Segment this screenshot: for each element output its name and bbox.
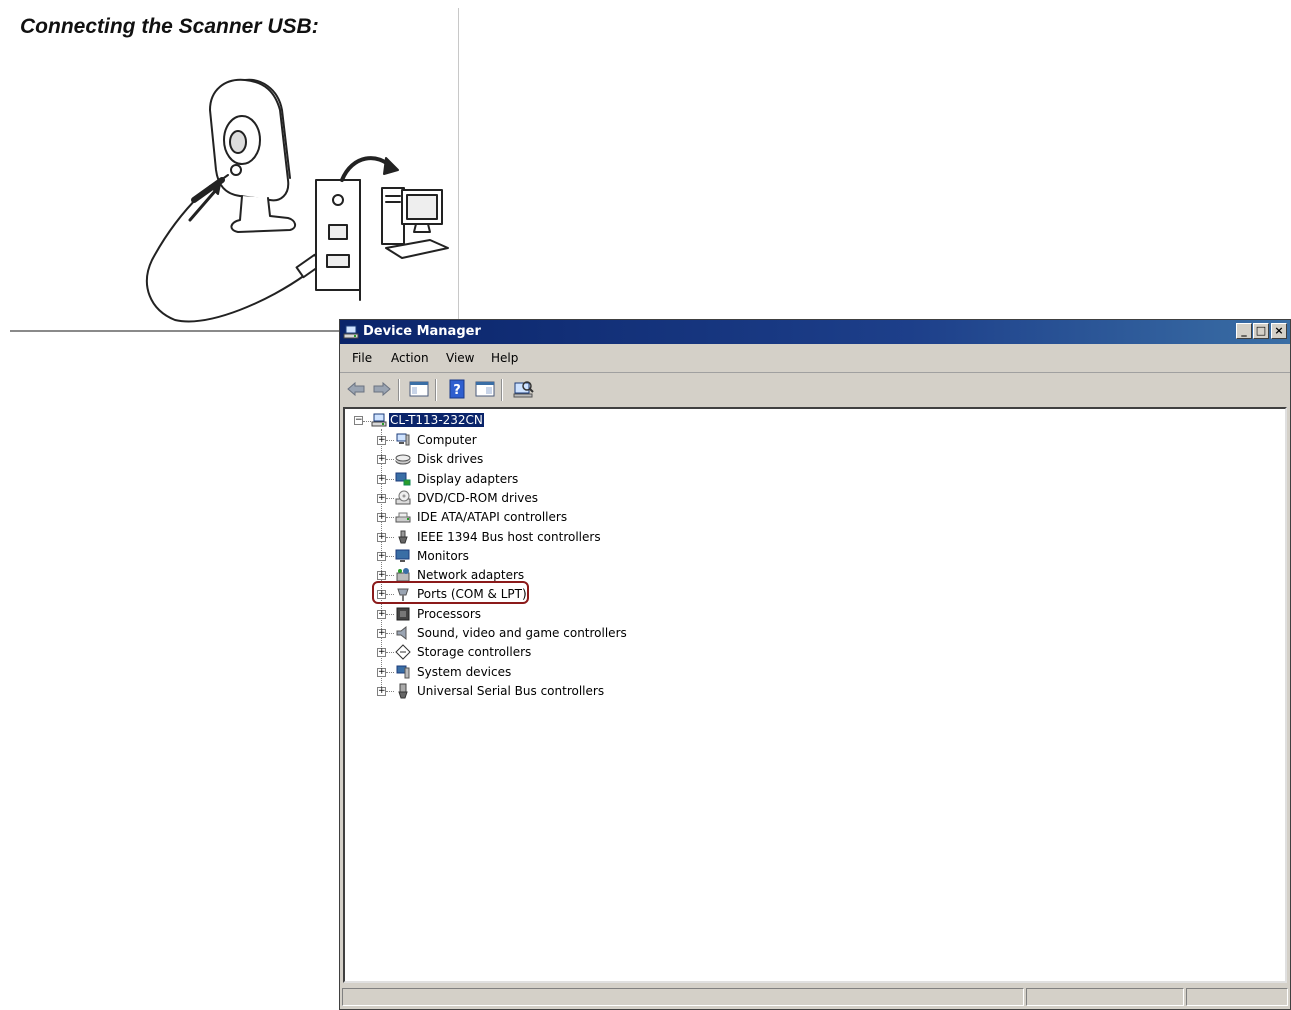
tree-item[interactable]: Disk drives: [417, 452, 483, 467]
tree-item[interactable]: IDE ATA/ATAPI controllers: [417, 510, 567, 525]
expand-toggle[interactable]: +: [377, 494, 386, 503]
system-devices-icon: [396, 665, 410, 679]
manual-excerpt: Connecting the Scanner USB:: [10, 8, 460, 332]
maximize-button[interactable]: □: [1253, 323, 1269, 339]
tree-item[interactable]: Processors: [417, 607, 481, 622]
manual-title: Connecting the Scanner USB:: [20, 15, 319, 38]
toolbar-separator: [435, 379, 437, 401]
tree-item[interactable]: Monitors: [417, 549, 469, 564]
expand-toggle[interactable]: +: [377, 571, 386, 580]
tree-root[interactable]: CL-T113-232CN: [389, 413, 484, 428]
forward-arrow-icon[interactable]: [371, 379, 393, 399]
scanner-connection-illustration: [145, 78, 449, 323]
status-panel: [1186, 988, 1288, 1006]
manual-divider-vertical: [458, 8, 459, 330]
tree-item[interactable]: System devices: [417, 665, 511, 680]
toolbar-separator: [501, 379, 503, 401]
window-title: Device Manager: [363, 324, 481, 339]
tree-line: [386, 556, 394, 558]
expand-toggle[interactable]: +: [377, 475, 386, 484]
expand-toggle[interactable]: +: [377, 513, 386, 522]
menu-view[interactable]: View: [446, 351, 474, 365]
show-hide-console-tree-icon[interactable]: [408, 379, 430, 399]
close-button[interactable]: ×: [1271, 323, 1287, 339]
tree-item[interactable]: Storage controllers: [417, 645, 531, 660]
storage-controller-icon: [395, 644, 411, 660]
tree-item[interactable]: Sound, video and game controllers: [417, 626, 627, 641]
status-panel: [1026, 988, 1184, 1006]
expand-toggle[interactable]: +: [377, 455, 386, 464]
status-panel: [342, 988, 1024, 1006]
tree-item[interactable]: Computer: [417, 433, 477, 448]
expand-toggle[interactable]: +: [377, 610, 386, 619]
status-bar: [340, 985, 1290, 1009]
menu-file[interactable]: File: [352, 351, 372, 365]
tree-line: [386, 517, 394, 519]
tree-line: [386, 479, 394, 481]
back-arrow-icon[interactable]: [345, 379, 367, 399]
expand-toggle[interactable]: +: [377, 687, 386, 696]
expand-toggle[interactable]: +: [377, 533, 386, 542]
svg-text:?: ?: [453, 383, 461, 398]
tree-item[interactable]: DVD/CD-ROM drives: [417, 491, 538, 506]
device-tree-pane[interactable]: − CL-T113-232CN + Computer + Disk drives + Di…: [343, 407, 1287, 983]
expand-toggle[interactable]: +: [377, 668, 386, 677]
computer-icon: [396, 433, 410, 446]
device-manager-icon: [343, 325, 359, 339]
scan-hardware-icon[interactable]: [512, 379, 534, 399]
disk-drive-icon: [395, 454, 411, 465]
minimize-button[interactable]: _: [1236, 323, 1252, 339]
tree-line: [386, 633, 394, 635]
expand-toggle[interactable]: +: [377, 552, 386, 561]
tree-line: [386, 440, 394, 442]
toolbar-separator: [398, 379, 400, 401]
tree-line: [386, 459, 394, 461]
menu-bar: File Action View Help: [340, 344, 1290, 373]
dvd-drive-icon: [395, 490, 411, 505]
monitor-icon: [395, 549, 410, 562]
tree-line: [386, 652, 394, 654]
tree-item[interactable]: Universal Serial Bus controllers: [417, 684, 604, 699]
tree-item[interactable]: IEEE 1394 Bus host controllers: [417, 530, 601, 545]
tree-root-label: CL-T113-232CN: [389, 413, 484, 427]
computer-root-icon: [371, 413, 387, 427]
sound-icon: [396, 625, 407, 641]
display-adapter-icon: [395, 472, 411, 486]
tree-line: [386, 537, 394, 539]
help-icon[interactable]: ?: [446, 379, 468, 399]
expand-toggle[interactable]: +: [377, 629, 386, 638]
collapse-toggle[interactable]: −: [354, 416, 363, 425]
expand-toggle[interactable]: +: [377, 436, 386, 445]
expand-toggle[interactable]: +: [377, 648, 386, 657]
menu-help[interactable]: Help: [491, 351, 518, 365]
title-bar[interactable]: Device Manager _ □ ×: [340, 320, 1290, 344]
tree-line: [386, 575, 394, 577]
menu-action[interactable]: Action: [391, 351, 429, 365]
usb-icon: [398, 683, 408, 699]
tree-line: [363, 421, 371, 423]
ieee1394-icon: [398, 530, 408, 544]
tree-line: [386, 691, 394, 693]
tree-line: [386, 614, 394, 616]
properties-icon[interactable]: [474, 379, 496, 399]
toolbar: ?: [340, 373, 1290, 406]
ports-highlight-annotation: [372, 581, 529, 604]
device-manager-window: Device Manager _ □ × File Action View He…: [339, 319, 1291, 1010]
tree-line: [386, 498, 394, 500]
tree-item[interactable]: Display adapters: [417, 472, 518, 487]
ide-controller-icon: [395, 512, 411, 523]
tree-line: [386, 672, 394, 674]
processor-icon: [396, 607, 410, 621]
